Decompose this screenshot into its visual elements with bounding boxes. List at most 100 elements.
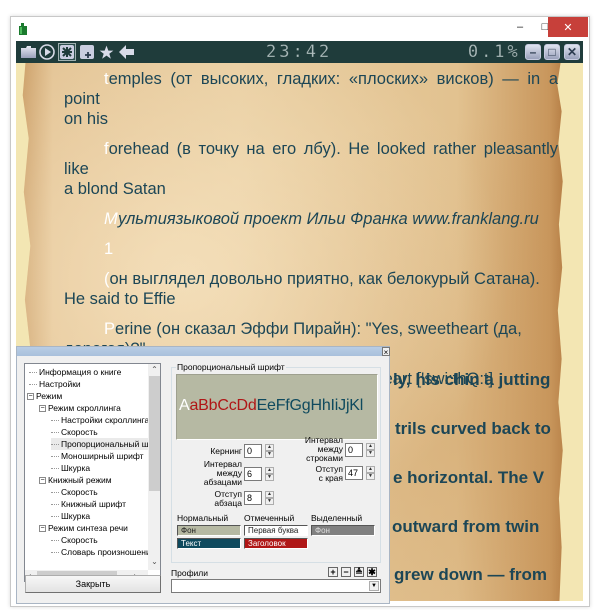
marked-colors-label: Отмеченный xyxy=(244,513,295,523)
line-spacing-label: Интервал между строками xyxy=(304,435,343,463)
margin-spinner[interactable]: ▲ ▼ xyxy=(366,466,375,480)
collapse-toggle-icon[interactable]: − xyxy=(39,405,46,413)
tree-item-book-speed[interactable]: Скорость xyxy=(51,486,98,498)
paragraph-indent-input[interactable]: 8 xyxy=(244,491,262,505)
kerning-spinner[interactable]: ▲ ▼ xyxy=(265,444,274,458)
tree-item-scroll-speed[interactable]: Скорость xyxy=(51,426,98,438)
paragraph-spacing-spinner[interactable]: ▲ ▼ xyxy=(265,467,274,481)
add-bookmark-icon[interactable] xyxy=(79,44,95,60)
window-minimize-button[interactable]: – xyxy=(507,17,533,37)
spin-up-icon[interactable]: ▲ xyxy=(265,467,274,474)
spin-up-icon[interactable]: ▲ xyxy=(366,466,375,473)
back-arrow-icon[interactable] xyxy=(118,44,134,60)
reader-toolbar: 23:42 0.1% – □ ✕ xyxy=(16,41,583,63)
tree-vertical-scrollbar[interactable]: ⌃ ⌄ xyxy=(148,364,160,570)
paragraph-footnote-number: 1 xyxy=(104,240,114,258)
spin-up-icon[interactable]: ▲ xyxy=(265,491,274,498)
save-profile-icon[interactable]: ≜ xyxy=(354,567,364,577)
reader-restore-button[interactable]: □ xyxy=(544,44,560,60)
collapse-toggle-icon[interactable]: − xyxy=(39,477,46,485)
heading-color-swatch[interactable]: Заголовок xyxy=(244,538,308,549)
paragraph: forehead (в точку на его лбу). He looked… xyxy=(64,140,558,198)
first-letter-color-swatch[interactable]: Первая буква xyxy=(244,525,308,536)
font-preview[interactable]: AaBbCcDdEeFfGgHhIiJjKl xyxy=(176,374,378,440)
settings-snowflake-icon[interactable] xyxy=(58,43,76,61)
spin-down-icon[interactable]: ▼ xyxy=(265,451,274,458)
line-spacing-spinner[interactable]: ▲ ▼ xyxy=(366,443,375,457)
spin-down-icon[interactable]: ▼ xyxy=(265,498,274,505)
scroll-up-icon[interactable]: ⌃ xyxy=(148,364,160,376)
clock-display: 23:42 xyxy=(266,42,333,62)
tree-item-book-mode[interactable]: − Книжный режим xyxy=(39,474,112,486)
vertical-scroll-thumb[interactable] xyxy=(149,376,160,491)
dialog-close-icon[interactable]: × xyxy=(382,347,390,357)
collapse-toggle-icon[interactable]: − xyxy=(39,525,46,533)
app-book-icon xyxy=(19,23,27,35)
collapse-toggle-icon[interactable]: − xyxy=(27,393,34,401)
spin-down-icon[interactable]: ▼ xyxy=(265,474,274,481)
bold-text-line: e horizontal. The V xyxy=(393,468,545,487)
tree-item-monospace-font[interactable]: Моноширный шрифт xyxy=(51,450,144,462)
settings-dialog: × Информация о книге Настройки − Режим − Р… xyxy=(16,346,390,604)
normal-colors-label: Нормальный xyxy=(177,513,229,523)
spin-down-icon[interactable]: ▼ xyxy=(366,450,375,457)
proportional-font-group: Пропорциональный шрифт AaBbCcDdEeFfGgHhI… xyxy=(171,362,381,563)
margin-label: Отступ с края xyxy=(315,464,343,483)
reader-close-button[interactable]: ✕ xyxy=(564,44,580,60)
paragraph-indent-label: Отступ абзаца xyxy=(214,489,242,508)
add-profile-icon[interactable]: + xyxy=(328,567,338,577)
chevron-down-icon[interactable]: ▼ xyxy=(369,581,379,591)
tree-item-speech-mode[interactable]: − Режим синтеза речи xyxy=(39,522,128,534)
close-button[interactable]: Закрыть xyxy=(25,575,161,593)
group-title: Пропорциональный шрифт xyxy=(176,362,286,372)
reading-progress-display: 0.1% xyxy=(467,42,521,62)
play-icon[interactable] xyxy=(39,44,55,60)
paragraph: (он выглядел довольно приятно, как белок… xyxy=(64,270,540,308)
star-icon[interactable] xyxy=(98,44,114,60)
spin-down-icon[interactable]: ▼ xyxy=(366,473,375,480)
dialog-title-bar[interactable] xyxy=(17,347,389,356)
settings-tree[interactable]: Информация о книге Настройки − Режим − Реж… xyxy=(24,363,161,582)
profiles-dropdown[interactable]: ▼ xyxy=(171,579,381,593)
line-spacing-input[interactable]: 0 xyxy=(345,443,363,457)
profile-settings-icon[interactable]: ✱ xyxy=(367,567,377,577)
reader-minimize-button[interactable]: – xyxy=(525,44,541,60)
normal-background-color-swatch[interactable]: Фон xyxy=(177,525,241,536)
tree-item-speech-speed[interactable]: Скорость xyxy=(51,534,98,546)
preview-text: AaBbCcDdEeFfGgHhIiJjKl xyxy=(179,397,364,414)
normal-text-color-swatch[interactable]: Текст xyxy=(177,538,241,549)
tree-item-mode[interactable]: − Режим xyxy=(27,390,62,402)
paragraph-spacing-label: Интервал между абзацами xyxy=(203,459,242,487)
tree-item-book-font[interactable]: Книжный шрифт xyxy=(51,498,126,510)
minimize-icon: – xyxy=(529,45,537,59)
tree-item-scroll-skin[interactable]: Шкурка xyxy=(51,462,90,474)
title-bar: – □ ✕ xyxy=(11,17,589,41)
paragraph-project-credit: Мультиязыковой проект Ильи Франка www.fr… xyxy=(104,210,539,228)
tree-item-book-skin[interactable]: Шкурка xyxy=(51,510,90,522)
spin-up-icon[interactable]: ▲ xyxy=(265,444,274,451)
selected-background-color-swatch[interactable]: Фон xyxy=(311,525,375,536)
remove-profile-icon[interactable]: − xyxy=(341,567,351,577)
bold-text-line: trils curved back to xyxy=(395,419,551,438)
kerning-label: Кернинг xyxy=(210,446,242,456)
spin-up-icon[interactable]: ▲ xyxy=(366,443,375,450)
tree-item-scroll-mode[interactable]: − Режим скроллинга xyxy=(39,402,121,414)
paragraph-indent-spinner[interactable]: ▲ ▼ xyxy=(265,491,274,505)
restore-icon: □ xyxy=(548,45,556,59)
tree-item-pronunciation-dictionary[interactable]: Словарь произношения xyxy=(51,546,155,558)
profiles-label: Профили xyxy=(171,568,209,578)
kerning-input[interactable]: 0 xyxy=(244,444,262,458)
paragraph: temples (от высоких, гладких: «плоских» … xyxy=(64,70,558,128)
window-close-button[interactable]: ✕ xyxy=(548,17,588,37)
bold-text-line: ly, his chin a jutting xyxy=(393,370,551,389)
paragraph-spacing-input[interactable]: 6 xyxy=(244,467,262,481)
margin-input[interactable]: 47 xyxy=(345,466,363,480)
tree-item-book-info[interactable]: Информация о книге xyxy=(29,366,121,378)
tree-item-scroll-settings[interactable]: Настройки скроллинга xyxy=(51,414,149,426)
tree-item-proportional-font[interactable]: Пропорциональный шрифт xyxy=(51,438,160,450)
bold-text-line: grew down — from xyxy=(394,565,547,584)
scroll-down-icon[interactable]: ⌄ xyxy=(148,556,160,568)
tree-item-settings[interactable]: Настройки xyxy=(29,378,81,390)
selected-colors-label: Выделенный xyxy=(311,513,363,523)
folder-icon[interactable] xyxy=(20,44,36,60)
